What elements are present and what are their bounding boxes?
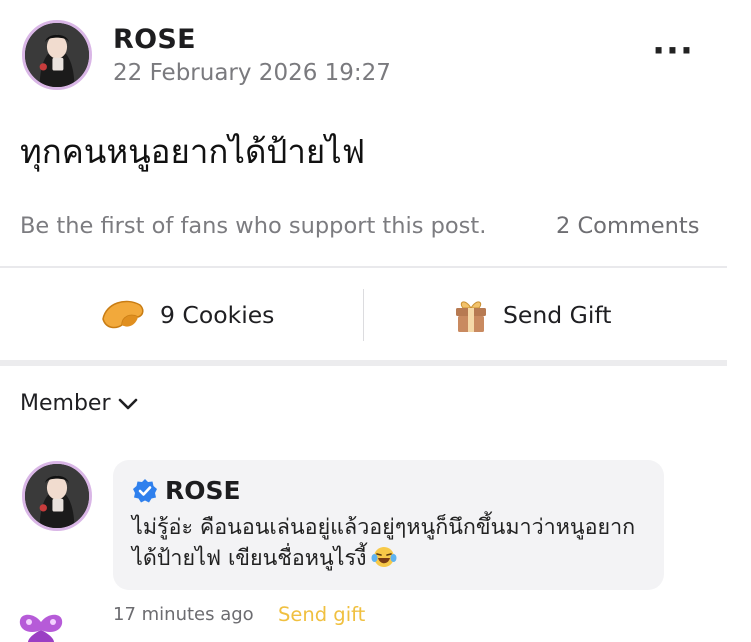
member-filter-dropdown[interactable]: Member (20, 391, 139, 416)
more-options-button[interactable]: ··· (652, 31, 694, 71)
send-gift-button[interactable]: Send Gift (453, 290, 611, 340)
verified-badge-icon (133, 479, 157, 503)
post-text: ทุกคนหนูอยากได้ป้ายไฟ (20, 132, 366, 171)
support-text: Be the first of fans who support this po… (20, 213, 487, 239)
cookies-button[interactable]: 9 Cookies (100, 290, 274, 340)
comments-count-link[interactable]: 2 Comments (556, 213, 699, 239)
more-dots-icon: ··· (652, 31, 694, 71)
send-gift-label: Send Gift (503, 301, 612, 329)
chevron-down-icon (118, 398, 137, 409)
commenter-avatar[interactable] (22, 461, 92, 531)
comment-text-block: ไม่รู้อ่ะ คือนอนเล่นอยู่แล้วอยู่ๆหนูก็นึ… (132, 512, 657, 574)
divider (0, 266, 727, 268)
action-separator (363, 289, 364, 341)
commenter-name[interactable]: ROSE (165, 476, 241, 505)
gift-box-icon (453, 296, 489, 334)
section-divider (0, 360, 727, 366)
post-timestamp: 22 February 2026 19:27 (113, 60, 391, 86)
fortune-cookie-icon (100, 295, 146, 335)
laughing-tears-emoji (371, 547, 397, 567)
comment-time: 17 minutes ago (113, 604, 254, 625)
author-name[interactable]: ROSE (113, 24, 196, 55)
cookies-label: 9 Cookies (160, 301, 275, 329)
comment-send-gift-link[interactable]: Send gift (278, 603, 365, 626)
author-avatar[interactable] (22, 20, 92, 90)
comment-bubble: ROSE ไม่รู้อ่ะ คือนอนเล่นอยู่แล้วอยู่ๆหน… (113, 460, 664, 590)
filter-label: Member (20, 391, 111, 416)
butterfly-sticker-icon (19, 614, 63, 642)
